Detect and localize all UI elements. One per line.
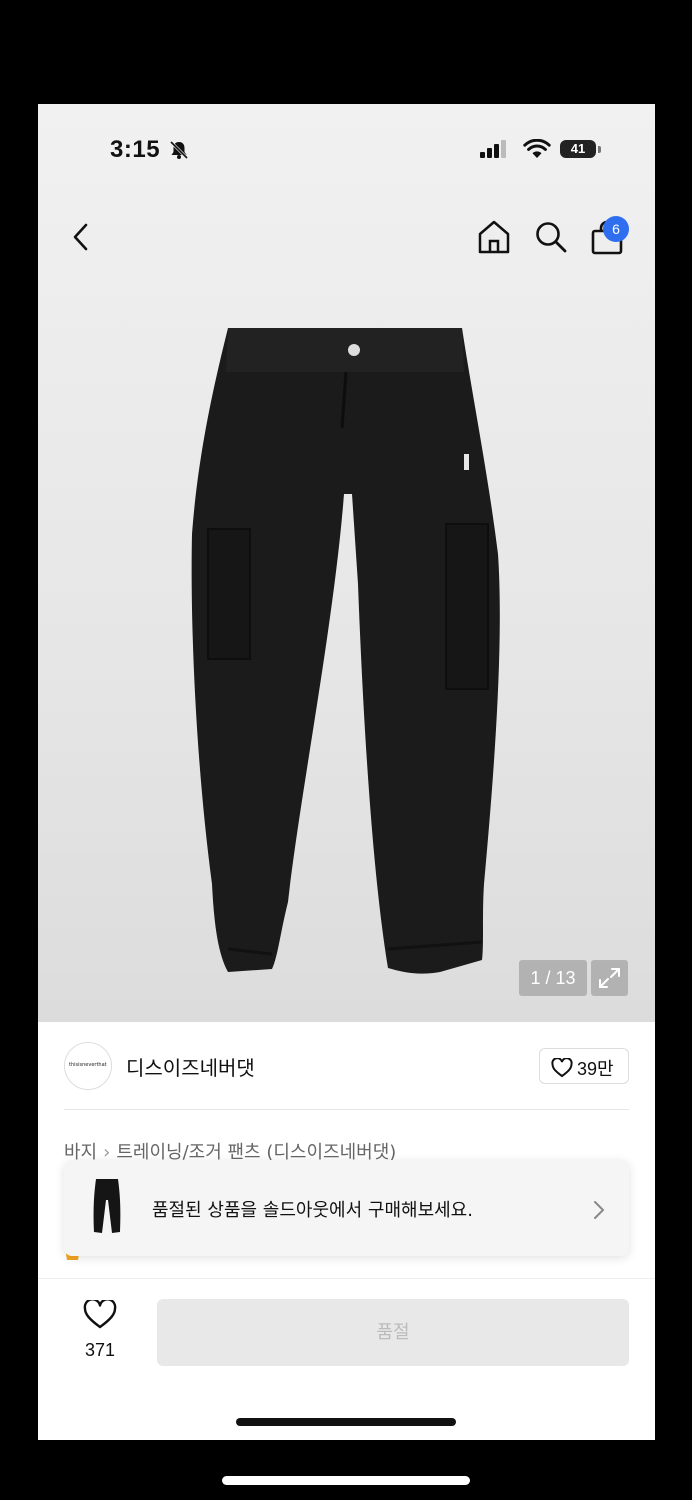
heart-outline-icon bbox=[83, 1298, 117, 1329]
brand-like-count: 39만 bbox=[577, 1059, 614, 1079]
chevron-right-icon bbox=[594, 1201, 605, 1219]
back-chevron-icon[interactable] bbox=[70, 222, 94, 252]
product-image bbox=[191, 328, 500, 974]
cellular-signal-icon bbox=[480, 140, 506, 158]
battery-icon: 41 bbox=[560, 140, 596, 158]
status-time: 3:15 bbox=[110, 136, 161, 163]
bottom-bar-divider bbox=[38, 1278, 655, 1279]
wishlist-count: 371 bbox=[84, 1340, 116, 1360]
home-indicator[interactable] bbox=[236, 1418, 456, 1426]
battery-nub bbox=[598, 146, 601, 153]
wishlist-button[interactable] bbox=[78, 1298, 122, 1334]
home-icon[interactable] bbox=[476, 219, 512, 255]
outer-home-indicator[interactable] bbox=[222, 1476, 470, 1485]
wifi-icon bbox=[523, 139, 551, 158]
cart-count-badge: 6 bbox=[603, 216, 629, 242]
brand-name[interactable]: 디스이즈네버댓 bbox=[126, 1052, 255, 1081]
buy-button-soldout[interactable]: 품절 bbox=[157, 1299, 629, 1366]
bell-muted-icon bbox=[169, 140, 189, 160]
expand-image-button[interactable] bbox=[591, 960, 628, 996]
toast-message: 품절된 상품을 솔드아웃에서 구매해보세요. bbox=[152, 1200, 473, 1221]
app-screen: 3:15 41 6 1 / 13 thisisneverthat 디스이즈네버댓… bbox=[38, 104, 655, 1440]
expand-icon bbox=[599, 968, 620, 988]
section-divider bbox=[64, 1109, 629, 1110]
soldout-promo-toast[interactable]: 품절된 상품을 솔드아웃에서 구매해보세요. bbox=[64, 1160, 629, 1256]
search-icon[interactable] bbox=[534, 220, 568, 254]
product-image-gallery[interactable]: 3:15 41 6 1 / 13 bbox=[38, 104, 655, 1022]
brand-like-button[interactable]: 39만 bbox=[539, 1048, 629, 1084]
brand-logo[interactable]: thisisneverthat bbox=[64, 1042, 112, 1090]
heart-icon bbox=[551, 1058, 573, 1078]
image-counter: 1 / 13 bbox=[519, 960, 587, 996]
brand-logo-text: thisisneverthat bbox=[69, 1062, 107, 1068]
toast-product-thumbnail bbox=[93, 1179, 121, 1233]
